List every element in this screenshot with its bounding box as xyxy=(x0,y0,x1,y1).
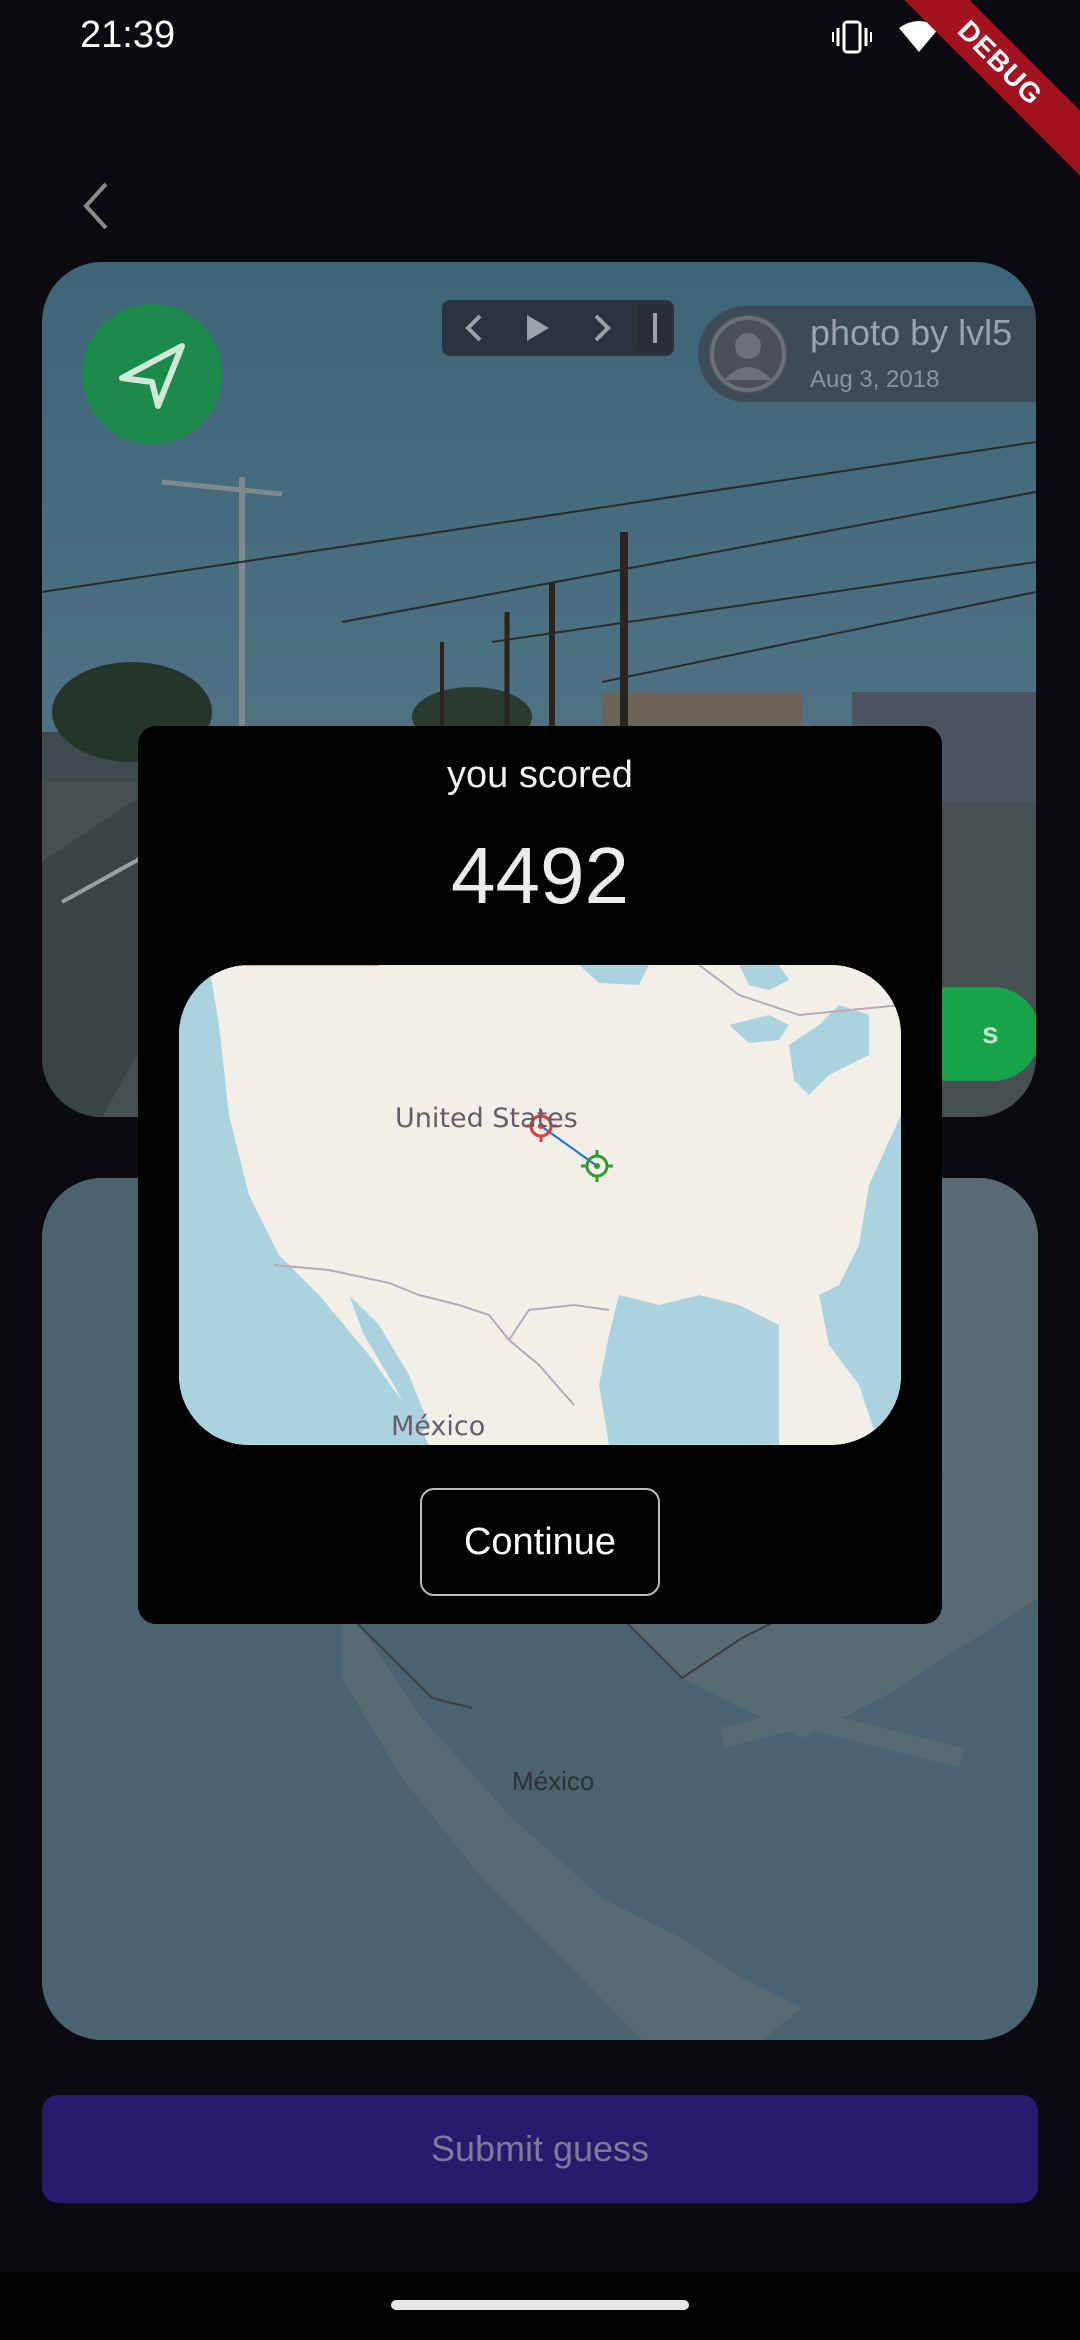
chevron-right-icon xyxy=(594,314,611,342)
next-photo-button[interactable] xyxy=(570,300,634,356)
result-map-label-country: United States xyxy=(395,1103,578,1134)
end-icon xyxy=(653,313,657,343)
compass-arrow-icon xyxy=(119,343,185,409)
play-button[interactable] xyxy=(506,300,570,356)
submit-guess-button[interactable]: Submit guess xyxy=(42,2095,1038,2203)
photo-credit-date: Aug 3, 2018 xyxy=(810,366,940,393)
status-time: 21:39 xyxy=(80,14,176,56)
guess-map-label-mexico: México xyxy=(512,1766,595,1796)
user-icon xyxy=(710,316,786,392)
last-photo-button[interactable] xyxy=(638,304,672,352)
previous-photo-button[interactable] xyxy=(442,300,506,356)
compass-button[interactable] xyxy=(82,304,222,444)
vibrate-icon xyxy=(832,20,872,54)
photo-credit[interactable]: photo by lvl5 Aug 3, 2018 xyxy=(698,306,1036,402)
back-button[interactable] xyxy=(72,176,122,236)
photo-credit-name: photo by lvl5 xyxy=(810,312,1013,353)
result-map-canvas xyxy=(179,965,901,1445)
score-dialog: you scored 4492 United States México Con… xyxy=(138,726,942,1624)
status-bar: 21:39 DEBUG xyxy=(0,0,1080,186)
score-value: 4492 xyxy=(451,831,629,920)
continue-button[interactable]: Continue xyxy=(420,1488,660,1596)
score-caption: you scored xyxy=(447,754,633,796)
photo-controls xyxy=(442,300,674,356)
chevron-left-icon xyxy=(465,314,482,342)
home-handle[interactable] xyxy=(391,2300,689,2310)
result-map-label-mexico: México xyxy=(391,1411,486,1442)
avatar xyxy=(708,314,788,394)
play-icon xyxy=(527,315,549,341)
chevron-left-icon xyxy=(83,182,108,230)
result-map[interactable]: United States México xyxy=(179,965,901,1445)
